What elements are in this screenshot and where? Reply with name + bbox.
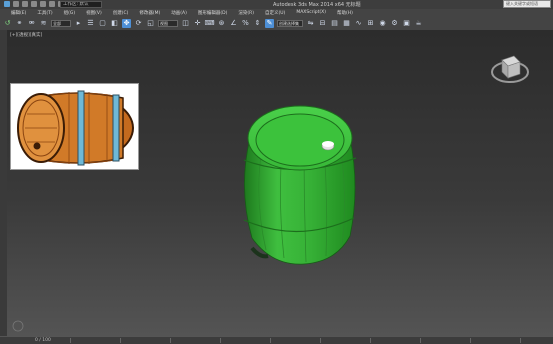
track-tick xyxy=(520,338,521,343)
redo-icon[interactable] xyxy=(49,1,55,7)
undo-tool-icon[interactable]: ↺ xyxy=(3,19,12,28)
menu-help[interactable]: 帮助(H) xyxy=(337,10,353,16)
wooden-barrel-illustration xyxy=(17,90,134,166)
perspective-viewport[interactable]: [+][透视][真实] xyxy=(7,30,553,336)
menu-rendering[interactable]: 渲染(R) xyxy=(238,10,254,16)
spinner-snap-icon[interactable]: ⇕ xyxy=(253,19,262,28)
open-file-icon[interactable] xyxy=(22,1,28,7)
menu-tools[interactable]: 工具(T) xyxy=(37,10,52,16)
track-tick xyxy=(320,338,321,343)
render-production-icon[interactable]: ☕ xyxy=(414,19,423,28)
mirror-icon[interactable]: ⇋ xyxy=(306,19,315,28)
track-tick xyxy=(420,338,421,343)
selection-filter-dropdown[interactable]: 全部 xyxy=(51,19,71,27)
select-object-icon[interactable]: ▸ xyxy=(74,19,83,28)
left-panel-strip xyxy=(0,30,7,336)
status-bar: 0 / 100 xyxy=(0,336,553,344)
title-bar: 工作区: 默认 Autodesk 3ds Max 2014 x64 无标题 键入… xyxy=(0,0,553,9)
angle-snap-icon[interactable]: ∠ xyxy=(229,19,238,28)
select-manipulate-icon[interactable]: ✛ xyxy=(193,19,202,28)
reference-coordinate-dropdown[interactable]: 视图 xyxy=(158,19,178,27)
schematic-view-icon[interactable]: ⊞ xyxy=(366,19,375,28)
menu-group[interactable]: 组(G) xyxy=(64,10,76,16)
curve-editor-icon[interactable]: ∿ xyxy=(354,19,363,28)
search-input[interactable]: 键入关键字或短语 xyxy=(503,0,551,8)
menu-maxscript[interactable]: MAXScript(X) xyxy=(296,10,326,15)
undo-icon[interactable] xyxy=(40,1,46,7)
select-scale-icon[interactable]: ◱ xyxy=(146,19,155,28)
track-tick xyxy=(270,338,271,343)
select-move-icon[interactable]: ✥ xyxy=(122,18,131,28)
bind-space-warp-icon[interactable]: ≋ xyxy=(39,19,48,28)
pivot-center-icon[interactable]: ◫ xyxy=(181,19,190,28)
menu-edit[interactable]: 编辑(E) xyxy=(11,10,26,16)
align-icon[interactable]: ⊟ xyxy=(318,19,327,28)
layer-manager-icon[interactable]: ▤ xyxy=(330,19,339,28)
snaps-toggle-icon[interactable]: ⊛ xyxy=(217,19,226,28)
viewcube-icon[interactable] xyxy=(490,50,530,84)
menu-modifiers[interactable]: 修改器(M) xyxy=(139,10,160,16)
material-editor-icon[interactable]: ◉ xyxy=(378,19,387,28)
link-icon[interactable]: ⚭ xyxy=(15,19,24,28)
menu-create[interactable]: 创建(C) xyxy=(113,10,129,16)
track-tick xyxy=(70,338,71,343)
save-file-icon[interactable] xyxy=(31,1,37,7)
window-title: Autodesk 3ds Max 2014 x64 无标题 xyxy=(273,2,361,8)
window-crossing-icon[interactable]: ◧ xyxy=(110,19,119,28)
app-menu-icon[interactable] xyxy=(4,1,10,7)
viewport-label[interactable]: [+][透视][真实] xyxy=(10,32,42,38)
select-rotate-icon[interactable]: ⟳ xyxy=(134,19,143,28)
quick-access-toolbar xyxy=(4,1,64,7)
track-tick xyxy=(120,338,121,343)
track-tick xyxy=(170,338,171,343)
menu-graph-editors[interactable]: 图形编辑器(D) xyxy=(198,10,227,16)
menu-views[interactable]: 视图(V) xyxy=(86,10,102,16)
render-setup-icon[interactable]: ⚙ xyxy=(390,19,399,28)
3ds-max-window: 工作区: 默认 Autodesk 3ds Max 2014 x64 无标题 键入… xyxy=(0,0,553,344)
new-file-icon[interactable] xyxy=(13,1,19,7)
select-by-name-icon[interactable]: ☰ xyxy=(86,19,95,28)
rect-selection-icon[interactable]: ▢ xyxy=(98,19,107,28)
named-selection-dropdown[interactable]: 创建选择集 xyxy=(277,19,303,27)
green-barrel-model[interactable] xyxy=(232,98,362,268)
track-tick xyxy=(370,338,371,343)
percent-snap-icon[interactable]: % xyxy=(241,19,250,28)
workspace-selector[interactable]: 工作区: 默认 xyxy=(60,1,102,8)
keyboard-shortcut-icon[interactable]: ⌨ xyxy=(204,19,214,28)
unlink-icon[interactable]: ⚮ xyxy=(27,19,36,28)
track-tick xyxy=(220,338,221,343)
rendered-frame-window-icon[interactable]: ▣ xyxy=(402,19,411,28)
menu-customize[interactable]: 自定义(U) xyxy=(265,10,285,16)
edit-named-selection-icon[interactable]: ✎ xyxy=(265,18,274,28)
track-tick xyxy=(470,338,471,343)
time-slider-frame[interactable]: 0 / 100 xyxy=(35,338,51,343)
reference-barrel-image xyxy=(10,83,139,170)
axis-tripod-icon xyxy=(12,320,24,332)
main-toolbar: ↺ ⚭ ⚮ ≋ 全部 ▸ ☰ ▢ ◧ ✥ ⟳ ◱ 视图 ◫ ✛ ⌨ ⊛ ∠ % … xyxy=(0,16,553,31)
menu-animation[interactable]: 动画(A) xyxy=(171,10,187,16)
menu-bar: 编辑(E) 工具(T) 组(G) 视图(V) 创建(C) 修改器(M) 动画(A… xyxy=(0,9,553,16)
graphite-ribbon-icon[interactable]: ▦ xyxy=(342,19,351,28)
